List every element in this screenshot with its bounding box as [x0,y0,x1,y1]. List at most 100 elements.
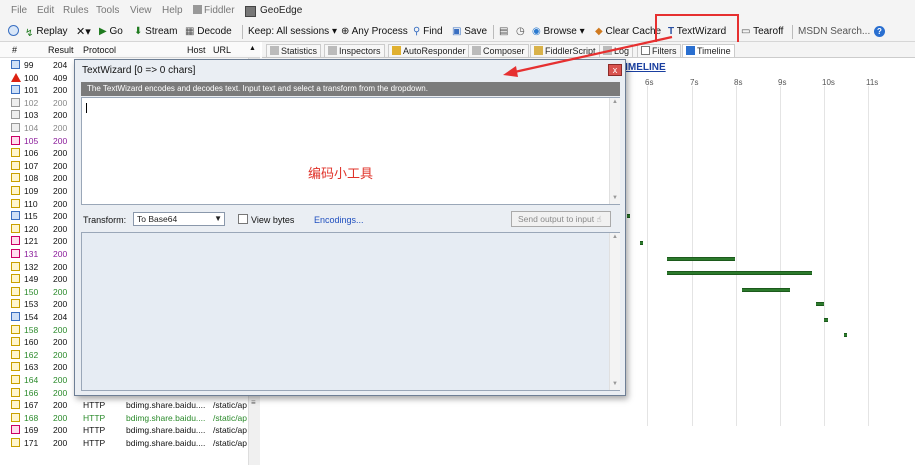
find-button[interactable]: ⚲ Find [413,25,443,39]
js-icon [11,387,20,397]
session-result: 200 [53,387,68,398]
encodings-link[interactable]: Encodings... [314,215,364,225]
stream-button[interactable]: ⬇ Stream [134,25,177,39]
session-result: 200 [53,198,68,209]
js-icon [11,173,20,183]
timeline-bar[interactable] [844,333,847,337]
session-id: 153 [24,299,39,310]
tab-autoresponder[interactable]: AutoResponder [388,44,470,57]
menu-file[interactable]: File [11,5,27,16]
col-header-id[interactable]: # [12,45,17,55]
text-caret [86,103,87,113]
menu-tools[interactable]: Tools [96,5,119,16]
session-id: 108 [24,173,39,184]
info-icon [11,312,20,321]
col-header-url[interactable]: URL [213,45,231,55]
decode-icon: ▦ [185,26,195,37]
help-button[interactable]: ? [874,25,885,39]
transform-select[interactable]: To Base64 ▼ [133,212,225,226]
menu-edit[interactable]: Edit [37,5,54,16]
remove-button[interactable]: ✕▾ [76,25,91,39]
session-id: 103 [24,110,39,121]
replay-button[interactable]: ↯ Replay [25,25,68,39]
session-row[interactable]: 167 200 HTTP bdimg.share.baidu.... /static/a… [0,399,260,412]
close-button[interactable]: x [608,64,622,76]
view-bytes-checkbox[interactable] [238,214,248,224]
tab-log[interactable]: Log [599,44,634,57]
col-header-result[interactable]: Result [48,45,74,55]
menu-view[interactable]: View [130,5,152,16]
js-icon [11,198,20,208]
keep-sessions-dropdown[interactable]: Keep: All sessions ▾ [248,25,337,39]
session-result: 200 [53,160,68,171]
msdn-search-input[interactable]: MSDN Search... [798,25,870,39]
session-id: 105 [24,135,39,146]
timeline-gridline [736,86,737,426]
tab-timeline[interactable]: Timeline [682,44,735,57]
session-result: 200 [53,438,68,448]
session-id: 168 [24,412,39,423]
session-host: bdimg.share.baidu.... [126,438,206,448]
geoedge-icon [245,6,256,17]
tearoff-button[interactable]: ▭ Tearoff [741,25,783,39]
tab-filters[interactable]: Filters [637,44,681,57]
tab-fiddlerscript[interactable]: FiddlerScript [530,44,600,57]
session-id: 109 [24,186,39,196]
timeline-bar[interactable] [742,288,790,292]
fiddler-icon [193,5,202,14]
scroll-down-icon[interactable]: ▼ [612,195,618,201]
session-result: 200 [53,236,68,247]
comment-button[interactable] [8,25,22,39]
timeline-bar[interactable] [667,271,812,275]
session-result: 200 [53,211,68,222]
lightning-icon [392,46,401,55]
decode-button[interactable]: ▦ Decode [185,25,232,39]
scroll-up-icon[interactable]: ▲ [612,234,618,240]
session-result: 200 [53,186,68,196]
timeline-bar[interactable] [816,302,824,306]
tab-composer[interactable]: Composer [468,44,529,57]
textwizard-dialog: TextWizard [0 => 0 chars] x The TextWiza… [74,59,626,396]
output-scrollbar[interactable]: ▲ ▼ [609,233,620,390]
tab-statistics[interactable]: Statistics [266,44,322,57]
send-output-button[interactable]: Send output to input ☝ [511,211,611,227]
scroll-up-icon[interactable]: ▲ [249,45,256,52]
browse-button[interactable]: ◉ Browse ▾ [532,25,585,39]
output-textarea[interactable]: ▲ ▼ [81,232,620,391]
scroll-up-icon[interactable]: ▲ [612,99,618,105]
tab-inspectors[interactable]: Inspectors [324,44,385,57]
menu-fiddler[interactable]: Fiddler [193,5,235,16]
js-icon [11,186,20,195]
timer-button[interactable]: ◷ [516,25,525,39]
session-row[interactable]: 169 200 HTTP bdimg.share.baidu.... /static/a… [0,424,260,437]
input-scrollbar[interactable]: ▲ ▼ [609,98,620,204]
timeline-gridline [780,86,781,426]
session-id: 131 [24,249,39,259]
go-button[interactable]: ▶ Go [99,25,123,39]
view-bytes-label[interactable]: View bytes [251,215,294,225]
hand-icon: ☝ [596,214,602,224]
timeline-bar[interactable] [824,318,828,322]
timeline-bar[interactable] [667,257,735,261]
session-row[interactable]: 171 200 HTTP bdimg.share.baidu.... /static/a… [0,437,260,450]
menu-help[interactable]: Help [162,5,183,16]
timeline-gridline [647,86,648,426]
timeline-bar[interactable] [640,241,643,245]
scroll-grip-icon[interactable]: ≡ [251,398,256,407]
clear-cache-button[interactable]: ◆ Clear Cache [595,25,661,39]
menu-rules[interactable]: Rules [63,5,89,16]
js-icon [11,400,20,410]
save-button[interactable]: ▣ Save [452,25,487,39]
input-textarea[interactable]: 编码小工具 ▲ ▼ [81,97,620,205]
menu-geoedge[interactable]: GeoEdge [260,5,302,16]
session-result: 409 [53,72,68,83]
screenshot-button[interactable]: ▤ [499,25,508,39]
session-row[interactable]: 168 200 HTTP bdimg.share.baidu.... /static/a… [0,412,260,425]
scroll-down-icon[interactable]: ▼ [612,381,618,387]
any-process-button[interactable]: ⊕ Any Process [341,25,408,39]
timeline-bar[interactable] [627,214,630,218]
session-id: 106 [24,148,39,159]
col-header-protocol[interactable]: Protocol [83,45,116,55]
session-result: 200 [53,400,68,411]
col-header-host[interactable]: Host [187,45,206,55]
